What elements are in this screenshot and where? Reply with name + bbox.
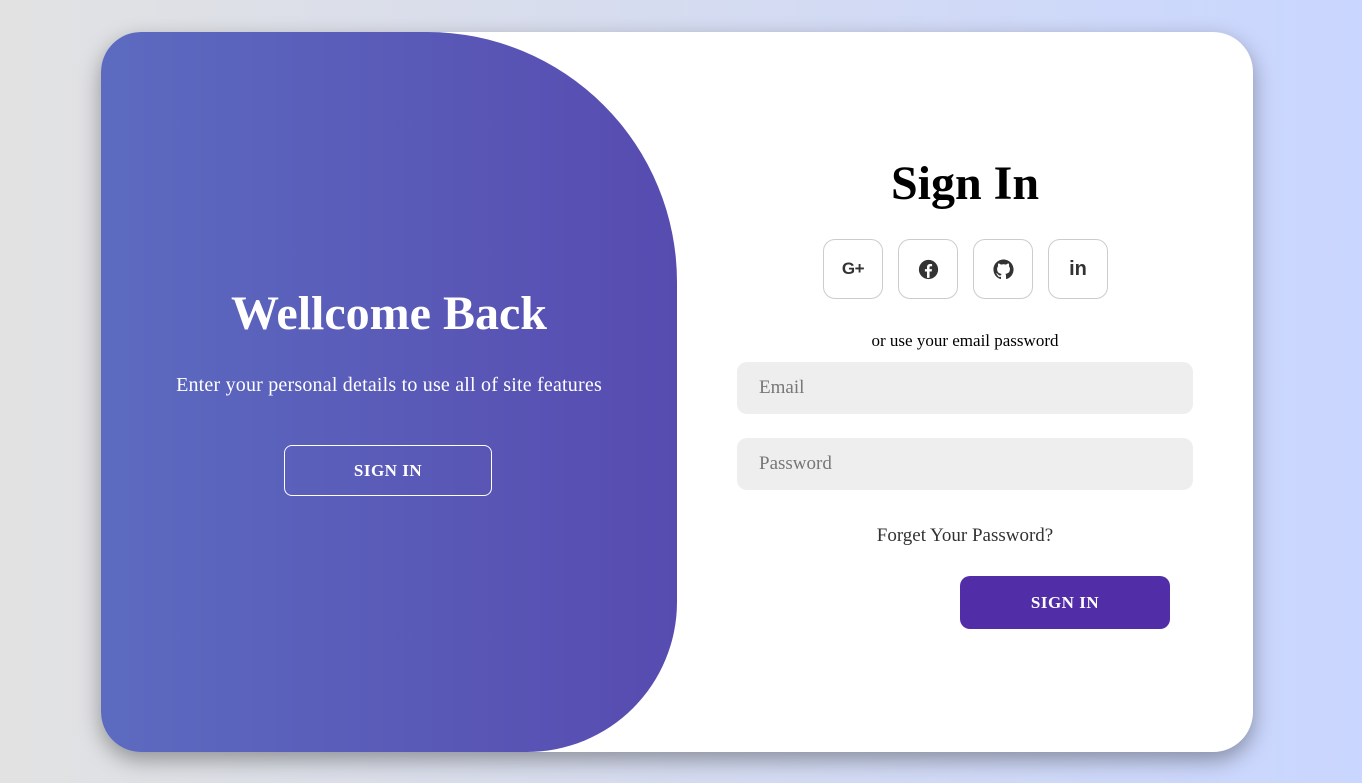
password-field[interactable] bbox=[737, 438, 1193, 490]
social-login-row: G+ in bbox=[823, 239, 1123, 299]
linkedin-icon: in bbox=[1069, 257, 1087, 280]
google-plus-button[interactable]: G+ bbox=[823, 239, 883, 299]
github-button[interactable] bbox=[973, 239, 1033, 299]
facebook-button[interactable] bbox=[898, 239, 958, 299]
welcome-text: Enter your personal details to use all o… bbox=[176, 374, 602, 396]
panel-sign-in-button[interactable]: SIGN IN bbox=[284, 445, 492, 496]
welcome-title: Wellcome Back bbox=[231, 287, 547, 340]
github-icon bbox=[992, 258, 1014, 279]
forgot-password-link[interactable]: Forget Your Password? bbox=[677, 524, 1253, 548]
welcome-panel: Wellcome Back Enter your personal detail… bbox=[101, 32, 677, 752]
linkedin-button[interactable]: in bbox=[1048, 239, 1108, 299]
auth-card: Wellcome Back Enter your personal detail… bbox=[101, 32, 1253, 752]
email-field[interactable] bbox=[737, 362, 1193, 414]
google-plus-icon: G+ bbox=[841, 259, 865, 278]
sign-in-submit-button[interactable]: SIGN IN bbox=[960, 576, 1170, 629]
form-title: Sign In bbox=[890, 157, 1040, 210]
facebook-icon bbox=[918, 259, 938, 279]
alt-login-text: or use your email password bbox=[871, 331, 1059, 350]
sign-in-form: Sign In G+ in or use your email password bbox=[677, 32, 1253, 752]
